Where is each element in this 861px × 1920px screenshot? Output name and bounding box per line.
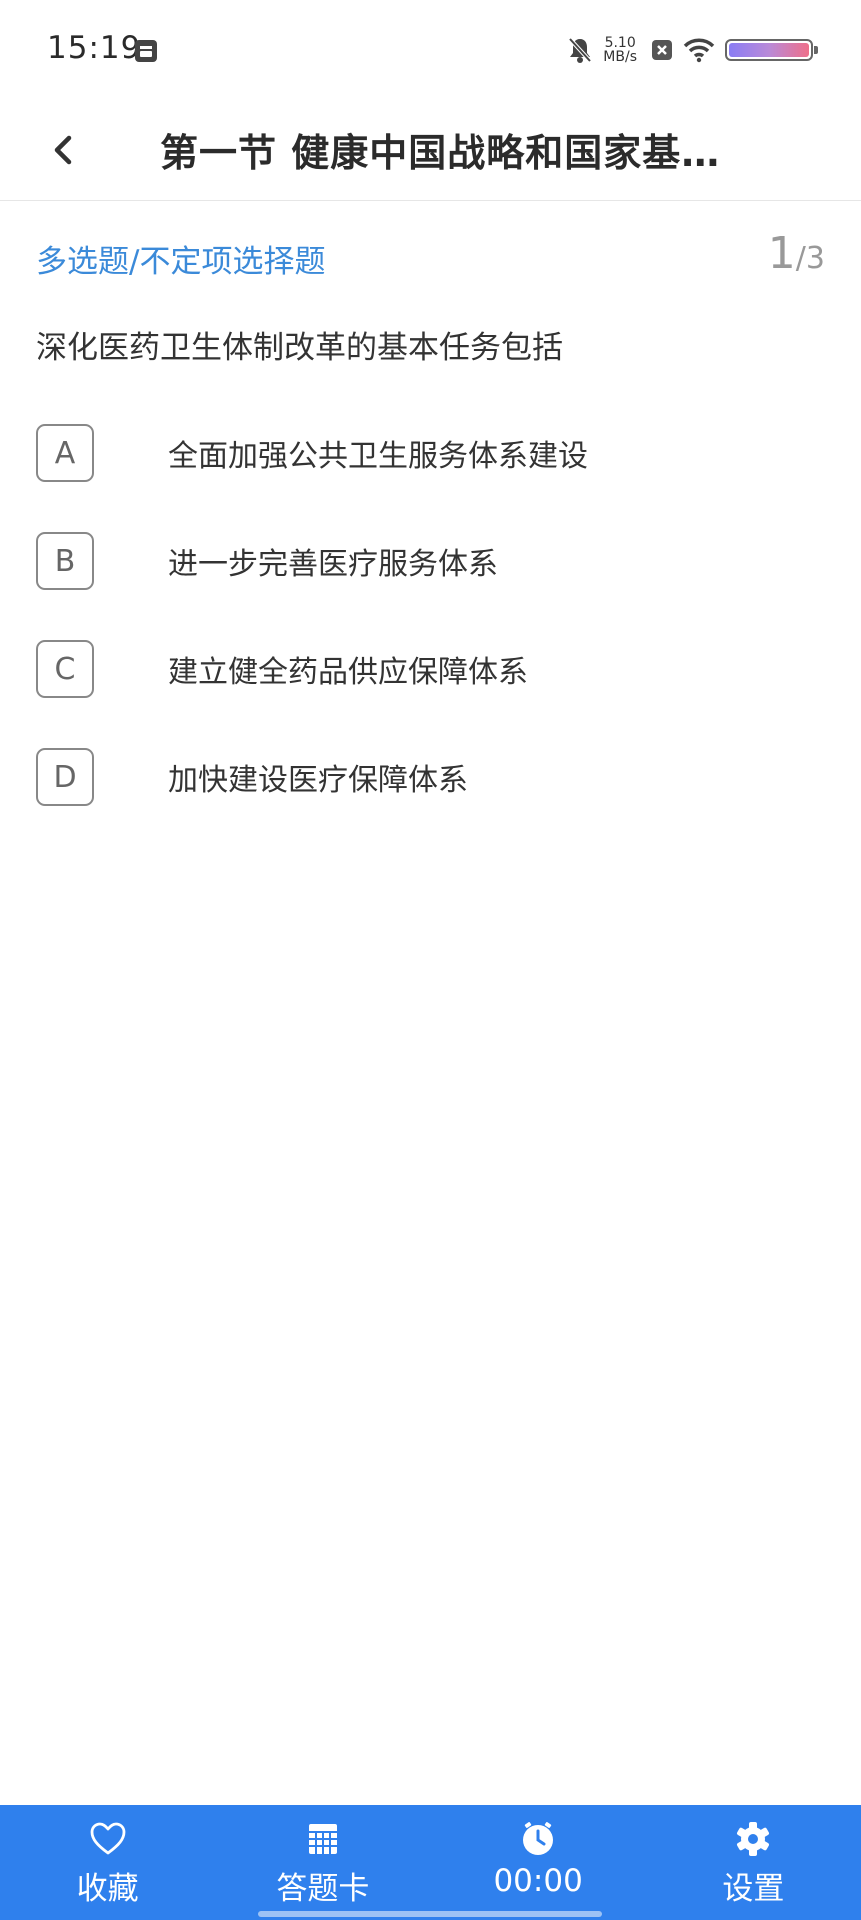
question-type-label: 多选题/不定项选择题: [36, 244, 326, 280]
grid-icon: [308, 1824, 337, 1854]
timer[interactable]: 00:00: [431, 1805, 646, 1920]
option-letter-box: B: [36, 532, 94, 590]
question-progress: 1/3: [768, 228, 825, 279]
option-text: 加快建设医疗保障体系: [168, 763, 468, 798]
options-list: A 全面加强公共卫生服务体系建设 B 进一步完善医疗服务体系 C 建立健全药品供…: [36, 422, 826, 854]
option-text: 进一步完善医疗服务体系: [168, 547, 498, 582]
option-letter-box: C: [36, 640, 94, 698]
bottom-toolbar: 收藏 答题卡 00:00 设置: [0, 1805, 861, 1920]
progress-total: 3: [805, 241, 825, 276]
page-title: 第一节 健康中国战略和国家基…: [160, 131, 721, 175]
answer-card-button[interactable]: 答题卡: [215, 1805, 430, 1920]
favorite-label: 收藏: [76, 1871, 139, 1907]
option-c[interactable]: C 建立健全药品供应保障体系: [36, 638, 826, 700]
question-text: 深化医药卫生体制改革的基本任务包括: [36, 330, 563, 366]
app-notification-icon: [135, 40, 157, 62]
back-button[interactable]: [38, 124, 88, 174]
home-indicator[interactable]: [258, 1911, 602, 1917]
option-letter-box: D: [36, 748, 94, 806]
settings-label: 设置: [722, 1871, 785, 1907]
option-d[interactable]: D 加快建设医疗保障体系: [36, 746, 826, 808]
close-box-icon: [652, 40, 672, 60]
network-speed: 5.10 MB/s: [603, 36, 637, 64]
favorite-button[interactable]: 收藏: [0, 1805, 215, 1920]
option-text: 全面加强公共卫生服务体系建设: [168, 439, 588, 474]
net-speed-unit: MB/s: [603, 49, 637, 65]
header-bar: 第一节 健康中国战略和国家基…: [0, 100, 861, 201]
option-letter-box: A: [36, 424, 94, 482]
progress-current: 1: [767, 228, 796, 279]
heart-icon: [90, 1822, 126, 1855]
back-chevron-icon: [54, 135, 72, 165]
answer-card-label: 答题卡: [276, 1871, 370, 1907]
status-time: 15:19: [47, 30, 142, 66]
settings-button[interactable]: 设置: [646, 1805, 861, 1920]
clock-icon: [523, 1822, 554, 1855]
gear-icon: [737, 1822, 770, 1856]
battery-cap: [814, 46, 818, 54]
net-speed-value: 5.10: [604, 35, 636, 51]
status-bar: 15:19 5.10 MB/s: [0, 0, 861, 100]
wifi-icon: [683, 38, 715, 63]
option-b[interactable]: B 进一步完善医疗服务体系: [36, 530, 826, 592]
option-a[interactable]: A 全面加强公共卫生服务体系建设: [36, 422, 826, 484]
timer-label: 00:00: [493, 1863, 583, 1899]
mute-bell-icon: [568, 37, 592, 63]
status-icons: 5.10 MB/s: [567, 33, 818, 67]
progress-separator: /: [795, 241, 806, 276]
option-text: 建立健全药品供应保障体系: [168, 655, 528, 690]
battery-icon: [725, 39, 818, 61]
battery-fill: [729, 43, 809, 57]
